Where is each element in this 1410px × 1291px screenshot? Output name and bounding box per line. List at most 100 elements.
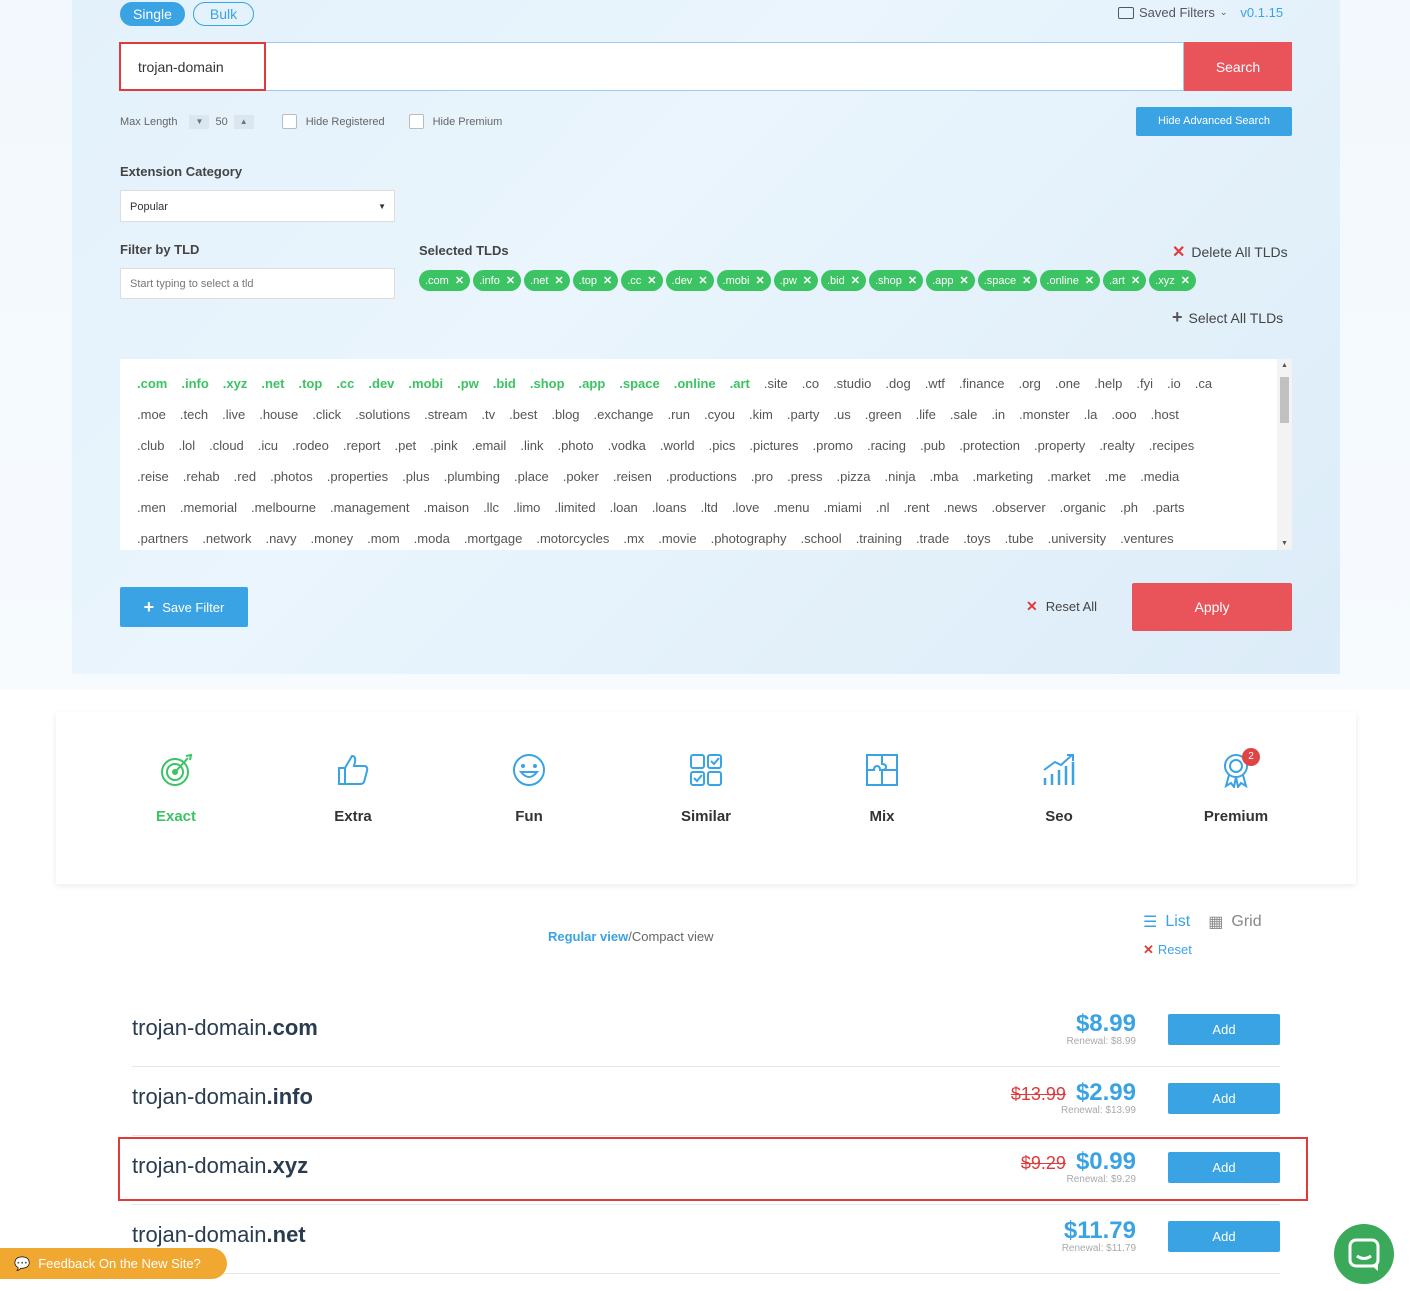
tld-option[interactable]: .nl [876, 500, 890, 531]
tld-option[interactable]: .pink [430, 438, 457, 469]
remove-tld-icon[interactable]: ✕ [698, 274, 707, 287]
tld-option[interactable]: .icu [258, 438, 278, 469]
tld-option[interactable]: .rehab [183, 469, 220, 500]
delete-all-tlds-button[interactable]: ✕ Delete All TLDs [1172, 242, 1288, 262]
tld-option[interactable]: .sale [950, 407, 977, 438]
tld-option[interactable]: .lol [178, 438, 195, 469]
remove-tld-icon[interactable]: ✕ [603, 274, 612, 287]
tld-option[interactable]: .help [1094, 376, 1122, 407]
tld-option[interactable]: .ooo [1111, 407, 1136, 438]
tld-option[interactable]: .photos [270, 469, 313, 500]
tld-option[interactable]: .tv [481, 407, 495, 438]
tld-option[interactable]: .me [1105, 469, 1127, 500]
tld-option[interactable]: .marketing [972, 469, 1033, 500]
bulk-mode-button[interactable]: Bulk [192, 2, 255, 26]
add-to-cart-button[interactable]: Add [1168, 1221, 1280, 1252]
tld-option[interactable]: .net [261, 376, 284, 407]
tld-option[interactable]: .us [833, 407, 850, 438]
remove-tld-icon[interactable]: ✕ [1085, 274, 1094, 287]
tld-option[interactable]: .llc [483, 500, 499, 531]
search-button[interactable]: Search [1184, 42, 1292, 91]
tld-option[interactable]: .moda [414, 531, 450, 550]
tld-option[interactable]: .parts [1152, 500, 1185, 531]
chat-widget-button[interactable] [1334, 1224, 1394, 1284]
tld-option[interactable]: .world [660, 438, 695, 469]
hide-premium-checkbox[interactable] [408, 114, 424, 129]
compact-view-link[interactable]: Compact view [632, 929, 714, 944]
tld-option[interactable]: .com [137, 376, 167, 407]
tld-option[interactable]: .news [943, 500, 977, 531]
tld-option[interactable]: .plus [402, 469, 429, 500]
tld-option[interactable]: .reisen [613, 469, 652, 500]
tld-option[interactable]: .training [856, 531, 902, 550]
tld-option[interactable]: .io [1167, 376, 1181, 407]
tld-option[interactable]: .top [298, 376, 322, 407]
tld-option[interactable]: .xyz [223, 376, 248, 407]
tld-option[interactable]: .host [1151, 407, 1179, 438]
tld-option[interactable]: .finance [959, 376, 1005, 407]
tld-option[interactable]: .school [800, 531, 841, 550]
tld-option[interactable]: .best [509, 407, 537, 438]
tld-option[interactable]: .toys [963, 531, 990, 550]
remove-tld-icon[interactable]: ✕ [1022, 274, 1031, 287]
tld-option[interactable]: .pw [457, 376, 479, 407]
tab-premium[interactable]: 2 Premium [1176, 748, 1296, 825]
tld-option[interactable]: .protection [959, 438, 1020, 469]
apply-button[interactable]: Apply [1132, 583, 1292, 631]
remove-tld-icon[interactable]: ✕ [960, 274, 969, 287]
tld-option[interactable]: .money [311, 531, 354, 550]
tld-option[interactable]: .ltd [701, 500, 718, 531]
tld-option[interactable]: .shop [530, 376, 565, 407]
tld-option[interactable]: .online [674, 376, 716, 407]
tld-chip[interactable]: .net ✕ [524, 270, 570, 291]
regular-view-link[interactable]: Regular view [548, 929, 628, 944]
tld-option[interactable]: .realty [1099, 438, 1134, 469]
tld-option[interactable]: .media [1140, 469, 1179, 500]
tld-option[interactable]: .place [514, 469, 549, 500]
tld-option[interactable]: .in [991, 407, 1005, 438]
feedback-button[interactable]: 💬 Feedback On the New Site? [0, 1248, 227, 1279]
save-filter-button[interactable]: + Save Filter [120, 587, 248, 627]
tld-option[interactable]: .one [1055, 376, 1080, 407]
tld-option[interactable]: .pictures [749, 438, 798, 469]
tld-option[interactable]: .recipes [1149, 438, 1195, 469]
tld-chip[interactable]: .art ✕ [1103, 270, 1147, 291]
tld-option[interactable]: .cc [336, 376, 354, 407]
add-to-cart-button[interactable]: Add [1168, 1014, 1280, 1045]
tld-chip[interactable]: .app ✕ [926, 270, 975, 291]
tld-option[interactable]: .cyou [704, 407, 735, 438]
tld-option[interactable]: .dog [885, 376, 910, 407]
tld-chip[interactable]: .online ✕ [1040, 270, 1101, 291]
tld-option[interactable]: .co [802, 376, 819, 407]
scroll-up-icon[interactable]: ▲ [1277, 362, 1292, 369]
tld-chip[interactable]: .dev ✕ [665, 270, 714, 291]
tld-option[interactable]: .report [343, 438, 381, 469]
tld-option[interactable]: .rent [903, 500, 929, 531]
increment-button[interactable]: ▲ [233, 114, 254, 129]
tld-option[interactable]: .men [137, 500, 166, 531]
tld-option[interactable]: .dev [368, 376, 394, 407]
tld-chip[interactable]: .shop ✕ [868, 270, 924, 291]
tab-fun[interactable]: Fun [469, 752, 589, 825]
tld-option[interactable]: .mx [623, 531, 644, 550]
remove-tld-icon[interactable]: ✕ [554, 274, 563, 287]
decrement-button[interactable]: ▼ [189, 114, 210, 129]
tld-option[interactable]: .reise [137, 469, 169, 500]
tld-option[interactable]: .pet [394, 438, 416, 469]
tld-option[interactable]: .movie [658, 531, 696, 550]
tld-option[interactable]: .mom [367, 531, 400, 550]
tld-option[interactable]: .green [865, 407, 902, 438]
remove-tld-icon[interactable]: ✕ [908, 274, 917, 287]
tld-option[interactable]: .moe [137, 407, 166, 438]
tld-option[interactable]: .exchange [594, 407, 654, 438]
tld-option[interactable]: .network [202, 531, 251, 550]
tld-option[interactable]: .limo [513, 500, 540, 531]
tld-option[interactable]: .partners [137, 531, 188, 550]
remove-tld-icon[interactable]: ✕ [1181, 274, 1190, 287]
tld-option[interactable]: .bid [493, 376, 516, 407]
tld-chip[interactable]: .mobi ✕ [716, 270, 771, 291]
tld-option[interactable]: .menu [773, 500, 809, 531]
tld-option[interactable]: .wtf [925, 376, 945, 407]
tld-option[interactable]: .trade [916, 531, 949, 550]
tld-option[interactable]: .properties [327, 469, 388, 500]
